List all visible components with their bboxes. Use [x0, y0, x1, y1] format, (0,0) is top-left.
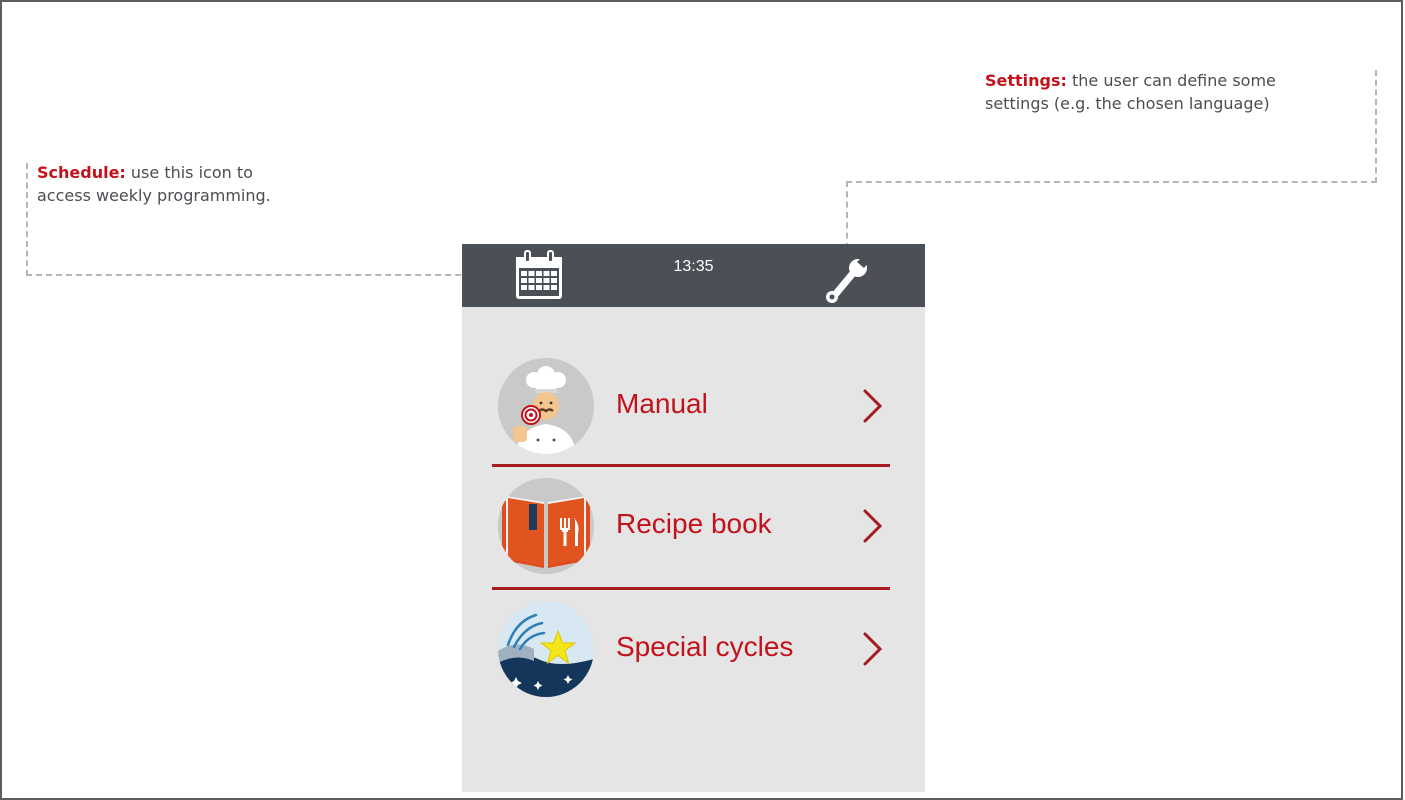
- menu-item-manual[interactable]: Manual: [498, 358, 890, 456]
- device-screen: 13:35 Manual Recipe book Special cycles: [462, 244, 925, 792]
- settings-leader-right: [1375, 70, 1377, 183]
- schedule-leader-vertical: [26, 163, 28, 276]
- top-bar: 13:35: [462, 244, 925, 307]
- settings-leader-down: [846, 181, 848, 249]
- settings-leader-horizontal: [846, 181, 1377, 183]
- separator: [492, 464, 890, 467]
- menu-item-label: Recipe book: [616, 508, 772, 539]
- schedule-annotation: Schedule: use this icon to access weekly…: [37, 161, 287, 207]
- settings-annotation: Settings: the user can define some setti…: [985, 69, 1335, 115]
- menu-item-recipe-book[interactable]: Recipe book: [498, 478, 890, 576]
- menu-item-special-cycles[interactable]: Special cycles: [498, 601, 890, 699]
- menu-item-label: Manual: [616, 388, 708, 419]
- chevron-right-icon: [860, 629, 886, 669]
- chevron-right-icon: [860, 506, 886, 546]
- settings-annotation-title: Settings:: [985, 71, 1067, 90]
- wrench-icon[interactable]: [820, 250, 874, 304]
- schedule-annotation-title: Schedule:: [37, 163, 126, 182]
- schedule-leader-horizontal: [26, 274, 511, 276]
- chevron-right-icon: [860, 386, 886, 426]
- chef-icon: [498, 358, 594, 454]
- recipe-book-icon: [498, 478, 594, 574]
- menu-item-label: Special cycles: [616, 631, 794, 662]
- separator: [492, 587, 890, 590]
- special-cycles-icon: [498, 601, 594, 697]
